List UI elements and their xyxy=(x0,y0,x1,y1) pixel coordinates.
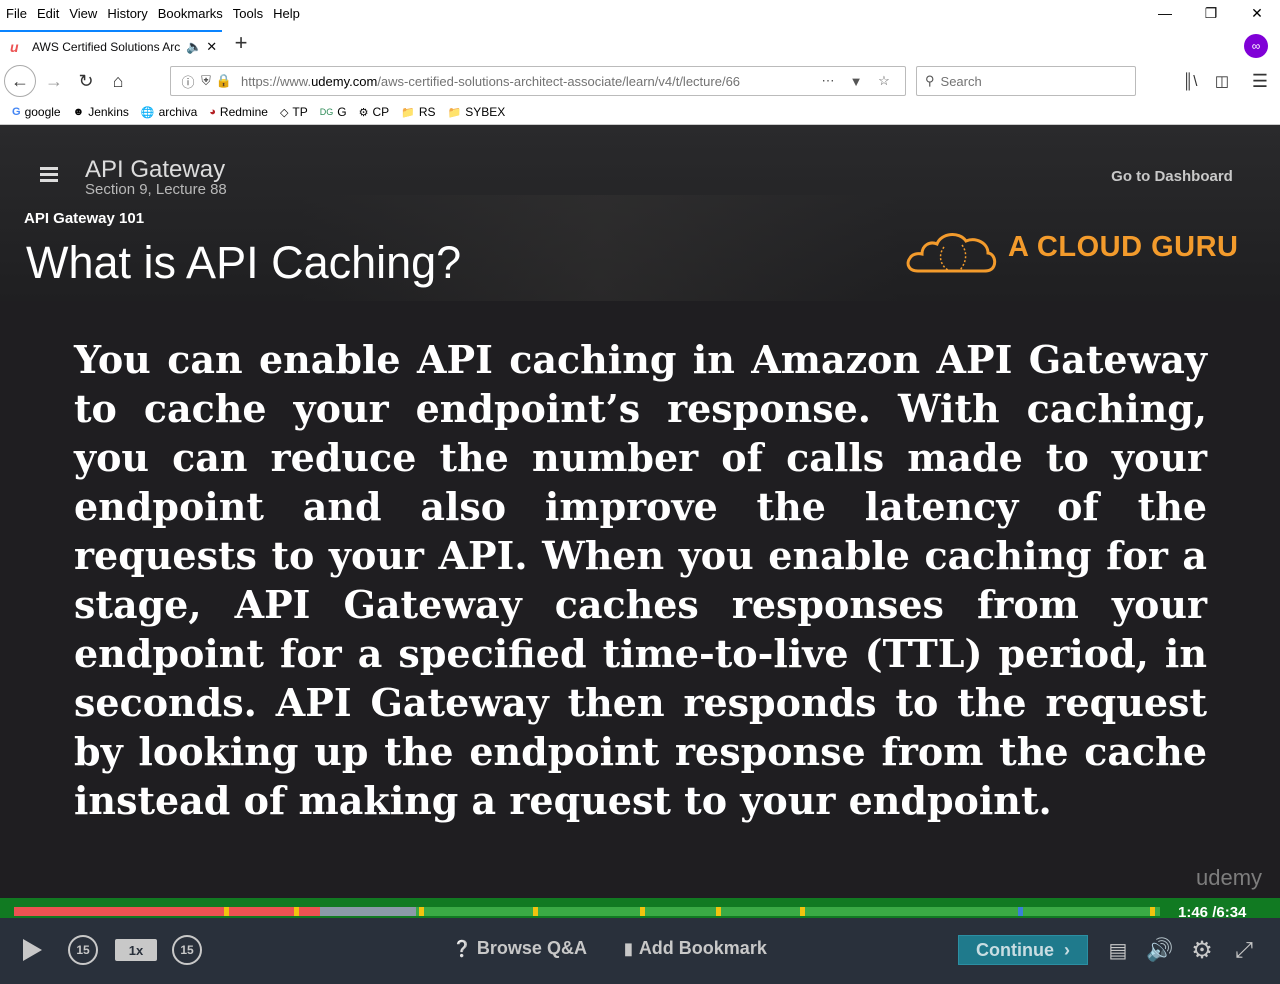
udemy-watermark: udemy xyxy=(1196,865,1263,890)
url-bar[interactable]: ⓘ ⛨ 🔒 https://www.udemy.com/aws-certifie… xyxy=(170,66,906,96)
chevron-right-icon: › xyxy=(1064,939,1070,960)
add-bookmark-button[interactable]: ▮ Add Bookmark xyxy=(624,938,767,959)
brand-logo-text: A CLOUD GURU xyxy=(1008,231,1239,263)
captions-icon[interactable]: ▤ xyxy=(1104,938,1132,962)
forward-15-button[interactable]: 15 xyxy=(172,935,202,965)
navigation-bar: ← → ↻ ⌂ ⓘ ⛨ 🔒 https://www.udemy.com/aws-… xyxy=(0,62,1280,100)
settings-gear-icon[interactable]: ⚙ xyxy=(1188,936,1216,964)
close-window-icon[interactable]: ✕ xyxy=(1234,0,1280,26)
playback-speed-button[interactable]: 1x xyxy=(115,939,157,961)
player-controls: 15 1x 15 ❔ Browse Q&A ▮ Add Bookmark Con… xyxy=(0,918,1280,984)
sidebar-icon[interactable]: ◫ xyxy=(1206,65,1238,97)
search-input[interactable]: ⚲ Search xyxy=(916,66,1136,96)
menu-view[interactable]: View xyxy=(64,6,102,21)
menu-bar: File Edit View History Bookmarks Tools H… xyxy=(0,0,1280,26)
bookmark-cue[interactable] xyxy=(419,907,424,916)
go-to-dashboard-button[interactable]: Go to Dashboard xyxy=(1098,159,1246,193)
page-actions-icon[interactable]: ⋯ xyxy=(819,73,837,89)
bookmark-cue[interactable] xyxy=(1150,907,1155,916)
bookmark-cue[interactable] xyxy=(533,907,538,916)
bookmark-cue[interactable] xyxy=(1018,907,1023,916)
video-player[interactable]: API Gateway Section 9, Lecture 88 Go to … xyxy=(0,125,1280,984)
question-icon: ❔ xyxy=(452,940,472,958)
browse-qa-button[interactable]: ❔ Browse Q&A xyxy=(452,938,587,959)
slide-title: What is API Caching? xyxy=(26,237,462,288)
menu-file[interactable]: File xyxy=(0,6,32,21)
library-icon[interactable]: ║\ xyxy=(1174,65,1206,97)
bookmark-tp[interactable]: ◇ TP xyxy=(280,105,308,119)
bookmark-cue[interactable] xyxy=(640,907,645,916)
bookmark-cue[interactable] xyxy=(294,907,299,916)
continue-button[interactable]: Continue › xyxy=(958,935,1088,965)
browse-qa-label: Browse Q&A xyxy=(476,938,587,958)
menu-tools[interactable]: Tools xyxy=(228,6,268,21)
play-icon xyxy=(23,939,42,961)
tab-udemy[interactable]: u AWS Certified Solutions Arc 🔈 ✕ xyxy=(0,30,222,62)
bookmark-rs[interactable]: 📁 RS xyxy=(401,105,435,119)
tp-icon: ◇ xyxy=(279,106,289,119)
add-bookmark-label: Add Bookmark xyxy=(638,938,767,958)
bookmarks-bar: Ggoogle ☻ Jenkins 🌐 archiva ◕ Redmine ◇ TP D… xyxy=(0,100,1280,125)
lecture-subtitle: Section 9, Lecture 88 xyxy=(85,181,227,198)
search-placeholder: Search xyxy=(940,73,982,89)
shield-icon[interactable]: ⛨ xyxy=(197,73,215,89)
bookmark-sybex[interactable]: 📁 SYBEX xyxy=(448,105,506,119)
forward-button[interactable]: → xyxy=(38,65,70,97)
restore-icon[interactable]: ❐ xyxy=(1188,0,1234,26)
bookmark-archiva[interactable]: 🌐 archiva xyxy=(141,105,197,119)
bookmark-cp[interactable]: ⚙ CP xyxy=(359,105,390,119)
dg-icon: DG xyxy=(319,107,334,117)
bookmark-cue[interactable] xyxy=(800,907,805,916)
main-menu-icon[interactable]: ☰ xyxy=(1244,65,1276,97)
folder-icon: 📁 xyxy=(447,106,462,119)
search-icon: ⚲ xyxy=(925,73,935,88)
google-icon: G xyxy=(12,106,21,118)
lock-icon[interactable]: 🔒 xyxy=(215,73,233,89)
bookmark-cue[interactable] xyxy=(224,907,229,916)
slide-body: You can enable API caching in Amazon API… xyxy=(74,337,1207,823)
bookmark-g[interactable]: DG G xyxy=(320,105,347,119)
home-button[interactable]: ⌂ xyxy=(102,65,134,97)
url-text[interactable]: https://www.udemy.com/aws-certified-solu… xyxy=(241,74,801,89)
pocket-icon[interactable]: ▼ xyxy=(847,74,865,89)
fullscreen-icon[interactable]: ⤢ xyxy=(1230,936,1258,964)
speaker-icon[interactable]: 🔈 xyxy=(186,39,202,55)
folder-icon: 📁 xyxy=(401,106,415,119)
minimize-icon[interactable]: — xyxy=(1142,0,1188,26)
globe-icon: 🌐 xyxy=(140,106,155,119)
cloud-logo-icon xyxy=(906,233,997,273)
menu-bookmarks[interactable]: Bookmarks xyxy=(153,6,228,21)
private-browsing-icon: ∞ xyxy=(1244,34,1268,58)
redmine-icon: ◕ xyxy=(209,106,216,118)
lecture-title: API Gateway xyxy=(85,156,226,183)
volume-icon[interactable]: 🔊 xyxy=(1146,937,1174,962)
play-button[interactable] xyxy=(20,936,44,964)
bookmark-cue[interactable] xyxy=(716,907,721,916)
back-button[interactable]: ← xyxy=(4,65,36,97)
continue-label: Continue xyxy=(976,939,1054,960)
star-icon[interactable]: ☆ xyxy=(875,73,893,89)
new-tab-button[interactable]: + xyxy=(230,32,252,56)
info-icon[interactable]: ⓘ xyxy=(179,72,197,91)
curriculum-menu-icon[interactable] xyxy=(40,167,58,183)
rewind-15-button[interactable]: 15 xyxy=(68,935,98,965)
bookmark-jenkins[interactable]: ☻ Jenkins xyxy=(73,105,129,119)
jenkins-icon: ☻ xyxy=(72,106,85,118)
slide-kicker: API Gateway 101 xyxy=(24,210,145,227)
cp-icon: ⚙ xyxy=(358,106,369,119)
tab-title: AWS Certified Solutions Arc xyxy=(32,40,181,54)
menu-edit[interactable]: Edit xyxy=(32,6,64,21)
progress-buffered xyxy=(320,907,416,916)
bookmark-icon: ▮ xyxy=(624,940,633,958)
reload-button[interactable]: ↻ xyxy=(70,65,102,97)
tab-bar: u AWS Certified Solutions Arc 🔈 ✕ + ∞ xyxy=(0,26,1280,62)
bookmark-redmine[interactable]: ◕ Redmine xyxy=(209,105,268,119)
bookmark-google[interactable]: Ggoogle xyxy=(12,105,61,119)
progress-played xyxy=(14,907,320,916)
menu-help[interactable]: Help xyxy=(268,6,305,21)
menu-history[interactable]: History xyxy=(102,6,152,21)
udemy-favicon-icon: u xyxy=(10,39,19,55)
close-tab-icon[interactable]: ✕ xyxy=(206,39,217,55)
